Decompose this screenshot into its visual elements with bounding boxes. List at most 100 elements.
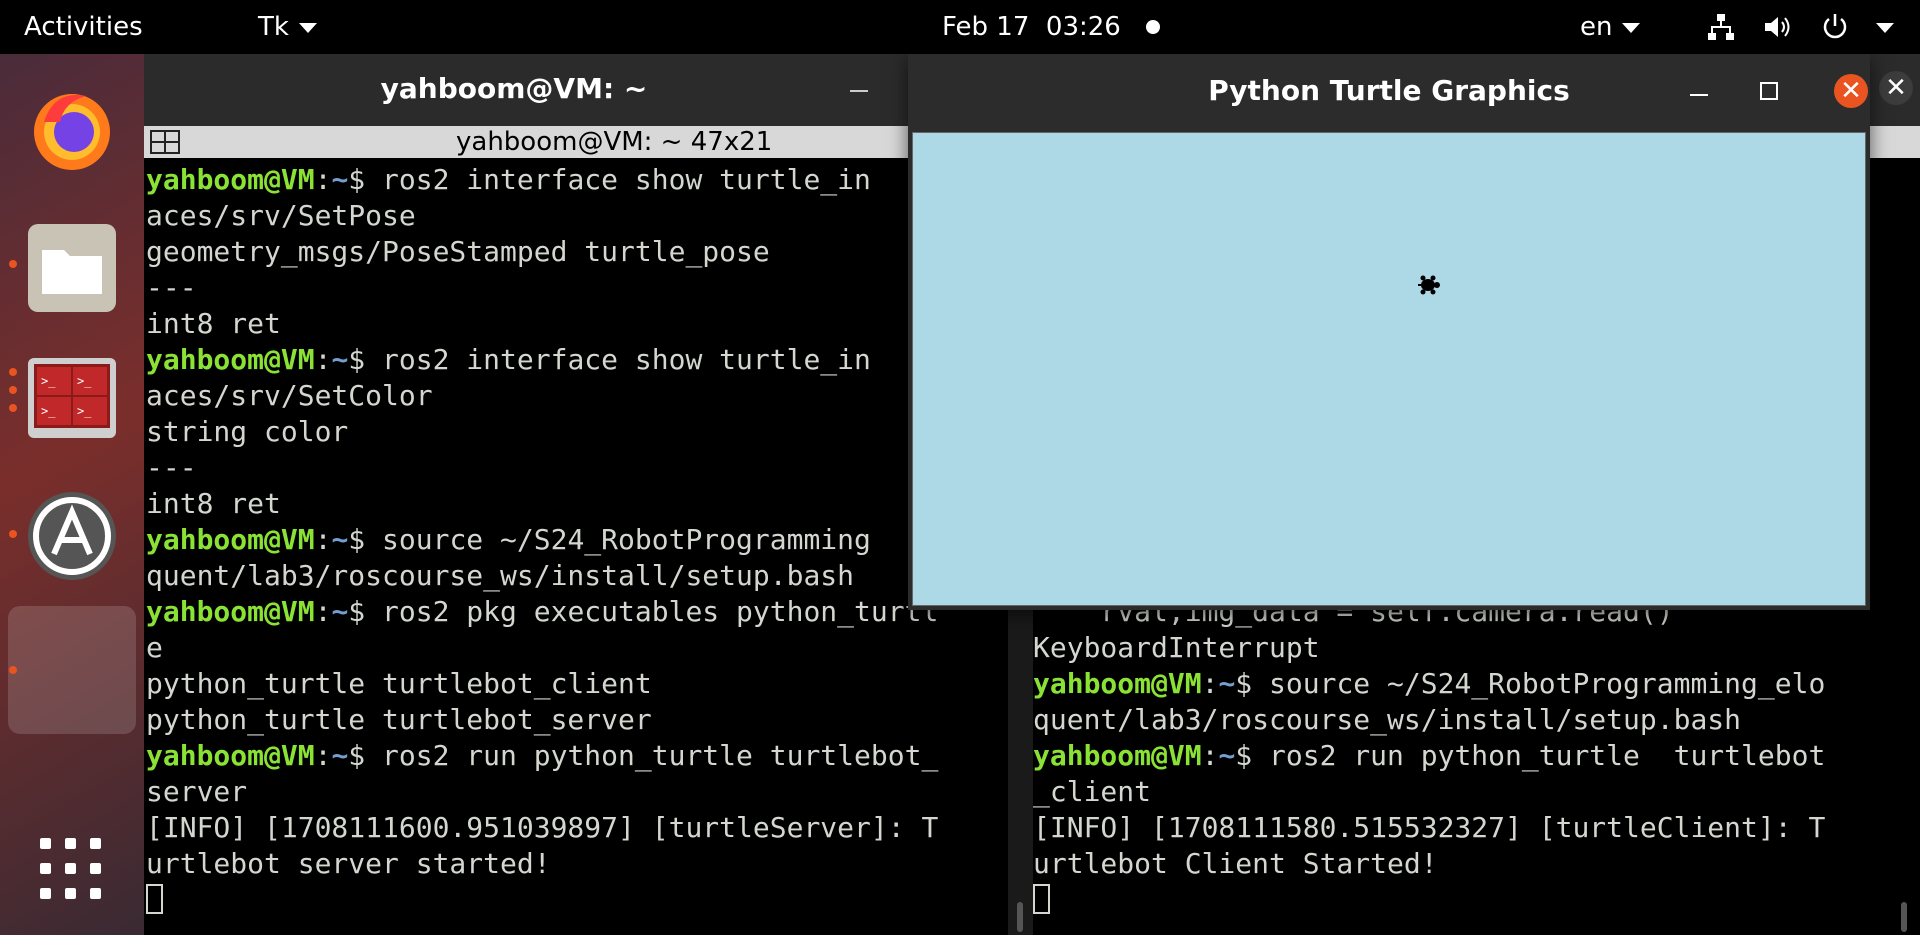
terminal-line: yahboom@VM:~$ ros2 run python_turtle tur… [146, 738, 1008, 774]
app-menu[interactable]: Tk [258, 0, 317, 54]
minimize-icon[interactable] [1690, 94, 1708, 96]
terminal-line: _client [1033, 774, 1876, 810]
language-selector[interactable]: en [1580, 0, 1641, 54]
command-text: $ source ~/S24_RobotProgramming_elo [1235, 667, 1826, 700]
dock-item-files[interactable] [24, 220, 120, 316]
terminal-line: --- [146, 270, 1008, 306]
running-indicator [9, 368, 17, 376]
output-text: string color [146, 415, 349, 448]
dock-item-firefox[interactable] [24, 82, 120, 178]
text-cursor [146, 884, 163, 914]
command-text: $ ros2 interface show turtle_in [348, 343, 871, 376]
terminal-line: e [146, 630, 1008, 666]
text-cursor [1033, 884, 1050, 914]
dock-item-terminator[interactable]: >_ >_ >_ >_ [24, 352, 120, 448]
prompt-path: ~ [331, 343, 349, 376]
output-text: --- [146, 271, 197, 304]
output-text: _client [1033, 775, 1152, 808]
terminal-line: yahboom@VM:~$ source ~/S24_RobotProgramm… [1033, 666, 1876, 702]
prompt-separator: : [314, 523, 332, 556]
chevron-down-icon [298, 22, 317, 33]
svg-text:>_: >_ [41, 374, 56, 388]
scrollbar[interactable] [1017, 902, 1023, 932]
output-text: KeyboardInterrupt [1033, 631, 1320, 664]
network-icon[interactable] [1706, 12, 1736, 42]
turtle-window-titlebar[interactable]: Python Turtle Graphics ✕ [908, 54, 1870, 128]
prompt-separator: : [314, 343, 332, 376]
clock-button[interactable]: Feb 17 03:26 [942, 0, 1121, 54]
terminal-line: quent/lab3/roscourse_ws/install/setup.ba… [146, 558, 1008, 594]
output-text: int8 ret [146, 307, 281, 340]
turtle-canvas[interactable] [912, 132, 1866, 606]
terminal-line: quent/lab3/roscourse_ws/install/setup.ba… [1033, 702, 1876, 738]
maximize-icon[interactable] [1760, 82, 1778, 100]
terminal-line: server [146, 774, 1008, 810]
prompt-separator: : [1201, 667, 1219, 700]
dock-item-software-updater[interactable] [24, 488, 120, 584]
prompt-user: yahboom@VM [146, 343, 315, 376]
prompt-separator: : [314, 595, 332, 628]
scrollbar[interactable] [1901, 902, 1907, 932]
close-icon[interactable]: ✕ [1879, 71, 1913, 105]
turtle-window-title: Python Turtle Graphics [1208, 74, 1570, 107]
output-text: urtlebot server started! [146, 847, 551, 880]
terminal-line: string color [146, 414, 1008, 450]
terminal-line: yahboom@VM:~$ ros2 interface show turtle… [146, 162, 1008, 198]
terminal-line: aces/srv/SetColor [146, 378, 1008, 414]
prompt-path: ~ [331, 163, 349, 196]
turtle-graphics-window[interactable]: Python Turtle Graphics ✕ [908, 54, 1870, 610]
terminal-line: python_turtle turtlebot_client [146, 666, 1008, 702]
terminal-line: yahboom@VM:~$ ros2 interface show turtle… [146, 342, 1008, 378]
dock-item-active-window[interactable] [8, 606, 136, 734]
close-icon[interactable]: ✕ [1834, 74, 1868, 108]
notification-dot-icon [1146, 20, 1160, 34]
output-text: python_turtle turtlebot_client [146, 667, 652, 700]
activities-button[interactable]: Activities [24, 0, 143, 54]
power-icon[interactable] [1820, 12, 1850, 42]
split-layout-icon[interactable] [150, 130, 180, 154]
minimize-icon[interactable] [850, 90, 868, 92]
terminal-line [146, 882, 1008, 918]
output-text: quent/lab3/roscourse_ws/install/setup.ba… [1033, 703, 1742, 736]
output-text: quent/lab3/roscourse_ws/install/setup.ba… [146, 559, 855, 592]
output-text: [INFO] [1708111580.515532327] [turtleCli… [1033, 811, 1826, 844]
chevron-down-icon [1622, 22, 1641, 33]
top-bar: Activities Tk Feb 17 03:26 en [0, 0, 1920, 54]
command-text: $ ros2 interface show turtle_in [348, 163, 871, 196]
firefox-icon [34, 94, 110, 170]
svg-text:>_: >_ [77, 404, 92, 418]
running-indicator [9, 386, 17, 394]
chevron-down-icon [1876, 22, 1894, 33]
output-text: e [146, 631, 163, 664]
volume-icon[interactable] [1762, 12, 1794, 42]
terminal-pane-left[interactable]: yahboom@VM:~$ ros2 interface show turtle… [146, 162, 1008, 935]
output-text: urtlebot Client Started! [1033, 847, 1438, 880]
terminal-line: yahboom@VM:~$ ros2 pkg executables pytho… [146, 594, 1008, 630]
system-menu-arrow[interactable] [1866, 0, 1894, 54]
output-text: server [146, 775, 248, 808]
app-menu-label: Tk [258, 12, 289, 42]
output-text: int8 ret [146, 487, 281, 520]
running-indicator [9, 666, 17, 674]
prompt-path: ~ [1218, 667, 1236, 700]
prompt-separator: : [1201, 739, 1219, 772]
output-text: --- [146, 451, 197, 484]
output-text: aces/srv/SetColor [146, 379, 433, 412]
prompt-user: yahboom@VM [146, 739, 315, 772]
terminal-pane-title: yahboom@VM: ~ 47x21 [456, 127, 773, 157]
terminal-title: yahboom@VM: ~ [380, 72, 648, 105]
terminal-line: python_turtle turtlebot_server [146, 702, 1008, 738]
terminal-line: aces/srv/SetPose [146, 198, 1008, 234]
show-applications-icon[interactable] [40, 838, 102, 900]
running-indicator [9, 260, 17, 268]
turtle-icon [1418, 275, 1440, 295]
dock: >_ >_ >_ >_ [0, 54, 144, 935]
prompt-path: ~ [331, 739, 349, 772]
language-label: en [1580, 12, 1613, 42]
prompt-path: ~ [331, 595, 349, 628]
terminal-line: urtlebot server started! [146, 846, 1008, 882]
terminal-line: [INFO] [1708111600.951039897] [turtleSer… [146, 810, 1008, 846]
terminal-line: yahboom@VM:~$ source ~/S24_RobotProgramm… [146, 522, 1008, 558]
prompt-separator: : [314, 163, 332, 196]
svg-text:>_: >_ [41, 404, 56, 418]
